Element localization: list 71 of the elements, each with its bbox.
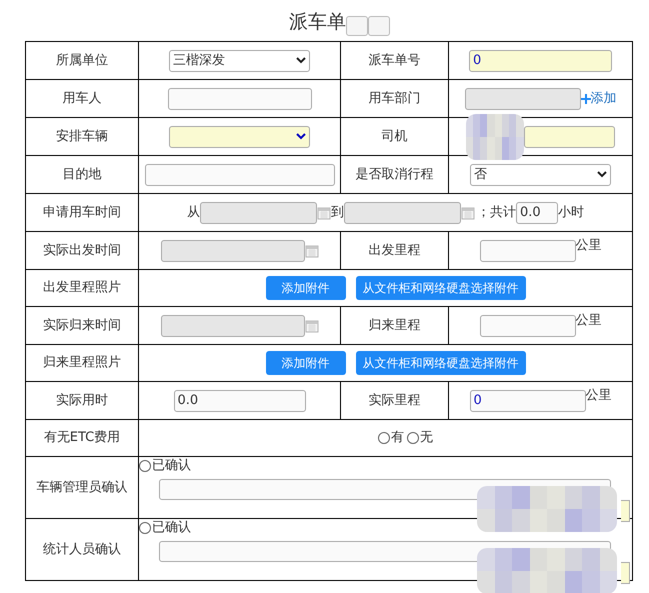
text-input[interactable] [480, 314, 576, 336]
radio-button[interactable] [139, 522, 151, 534]
signature-field[interactable] [621, 562, 630, 584]
text-input[interactable]: 0 [470, 390, 586, 412]
driver-field[interactable] [524, 126, 614, 148]
radio-button[interactable] [378, 432, 390, 444]
field-label: 实际出发时间 [43, 242, 121, 258]
field-label: 用车人 [62, 90, 102, 106]
select-field[interactable]: 三楷深发 [169, 50, 310, 72]
text-input[interactable] [144, 164, 334, 186]
date-field[interactable] [200, 202, 317, 224]
choose-attachment-button[interactable]: 从文件柜和网络硬盘选择附件 [356, 276, 526, 300]
unit-label: 公里 [576, 312, 602, 330]
field-label: 用车部门 [368, 90, 420, 106]
radio-option[interactable]: 无 [407, 428, 433, 448]
title-button[interactable] [368, 16, 390, 36]
choose-attachment-button[interactable]: 从文件柜和网络硬盘选择附件 [356, 351, 526, 375]
field-label: 派车单号 [368, 52, 420, 68]
text-input[interactable]: 0 [469, 50, 612, 72]
to-label: 到 [331, 204, 344, 222]
field-label: 统计人员确认 [43, 542, 121, 557]
field-label: 实际用时 [56, 392, 108, 408]
field-label: 出发里程照片 [43, 280, 121, 296]
chevron-icon [597, 171, 607, 178]
field-label: 实际归来时间 [43, 318, 121, 333]
calendar-icon[interactable] [304, 318, 318, 332]
text-input[interactable]: 0.0 [174, 390, 306, 412]
field-label: 是否取消行程 [356, 166, 434, 182]
form-title: 派车单 [289, 10, 346, 34]
field-label: 申请用车时间 [43, 204, 121, 220]
field-label: 所属单位 [56, 52, 108, 68]
radio-button[interactable] [139, 460, 151, 472]
calendar-icon[interactable] [461, 206, 475, 220]
unit-label: 小时 [558, 204, 584, 222]
field-label: 出发里程 [368, 242, 420, 258]
hours-input[interactable]: 0.0 [516, 202, 558, 224]
chevron-icon [296, 57, 306, 64]
signature-field[interactable] [621, 500, 630, 522]
date-field[interactable] [344, 202, 461, 224]
text-input[interactable] [168, 88, 312, 110]
add-link[interactable]: 添加 [580, 88, 616, 108]
unit-label: 公里 [576, 236, 602, 254]
field-label: 车辆管理员确认 [36, 480, 128, 495]
add-attachment-button[interactable]: 添加附件 [266, 276, 346, 300]
radio-option[interactable]: 已确认 [139, 456, 191, 476]
field-label: 归来里程 [368, 318, 420, 333]
date-field[interactable] [160, 314, 304, 336]
field-label: 目的地 [62, 166, 102, 182]
calendar-icon[interactable] [317, 206, 331, 220]
field-label: 实际里程 [368, 392, 420, 408]
add-attachment-button[interactable]: 添加附件 [266, 351, 346, 375]
field-label: 归来里程照片 [43, 355, 121, 370]
radio-button[interactable] [407, 432, 419, 444]
chevron-icon [296, 133, 306, 140]
unit-label: 公里 [586, 386, 612, 404]
select-field[interactable]: 否 [470, 164, 611, 186]
radio-option[interactable]: 有 [378, 428, 404, 448]
redaction-mosaic [466, 114, 524, 160]
date-field[interactable] [160, 240, 304, 262]
radio-option[interactable]: 已确认 [139, 518, 191, 538]
text-input[interactable] [480, 240, 576, 262]
field-label: 司机 [382, 128, 408, 144]
calendar-icon[interactable] [304, 244, 318, 258]
department-field[interactable] [464, 88, 580, 110]
title-button[interactable] [346, 16, 368, 36]
total-label: ；共计 [477, 204, 516, 222]
field-label: 安排车辆 [56, 128, 108, 144]
from-label: 从 [187, 204, 200, 222]
select-field[interactable] [169, 126, 310, 148]
field-label: 有无ETC费用 [44, 430, 120, 446]
plus-icon [580, 94, 590, 104]
